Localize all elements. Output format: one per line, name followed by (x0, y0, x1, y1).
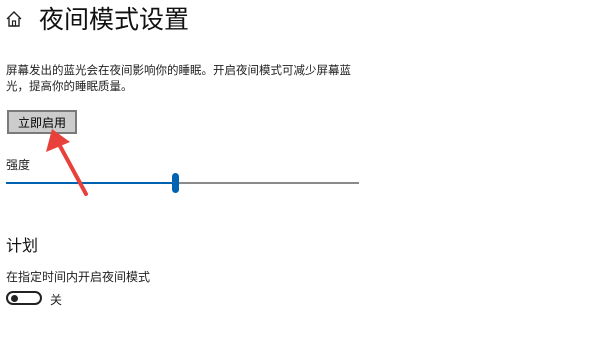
strength-slider[interactable] (6, 173, 359, 193)
strength-label: 强度 (6, 158, 31, 172)
home-icon[interactable] (5, 10, 23, 28)
page-title: 夜间模式设置 (39, 5, 190, 34)
enable-now-button[interactable]: 立即启用 (7, 110, 77, 134)
toggle-knob (11, 295, 18, 302)
night-mode-description: 屏幕发出的蓝光会在夜间影响你的睡眠。开启夜间模式可减少屏幕蓝光，提高你的睡眠质量… (6, 63, 351, 93)
schedule-toggle-label: 在指定时间内开启夜间模式 (6, 270, 151, 284)
schedule-section-title: 计划 (6, 236, 39, 255)
schedule-toggle[interactable] (6, 291, 42, 305)
slider-fill (6, 182, 176, 184)
toggle-state-label: 关 (50, 293, 63, 307)
slider-thumb[interactable] (172, 173, 180, 193)
annotation-arrow-icon (46, 129, 88, 196)
